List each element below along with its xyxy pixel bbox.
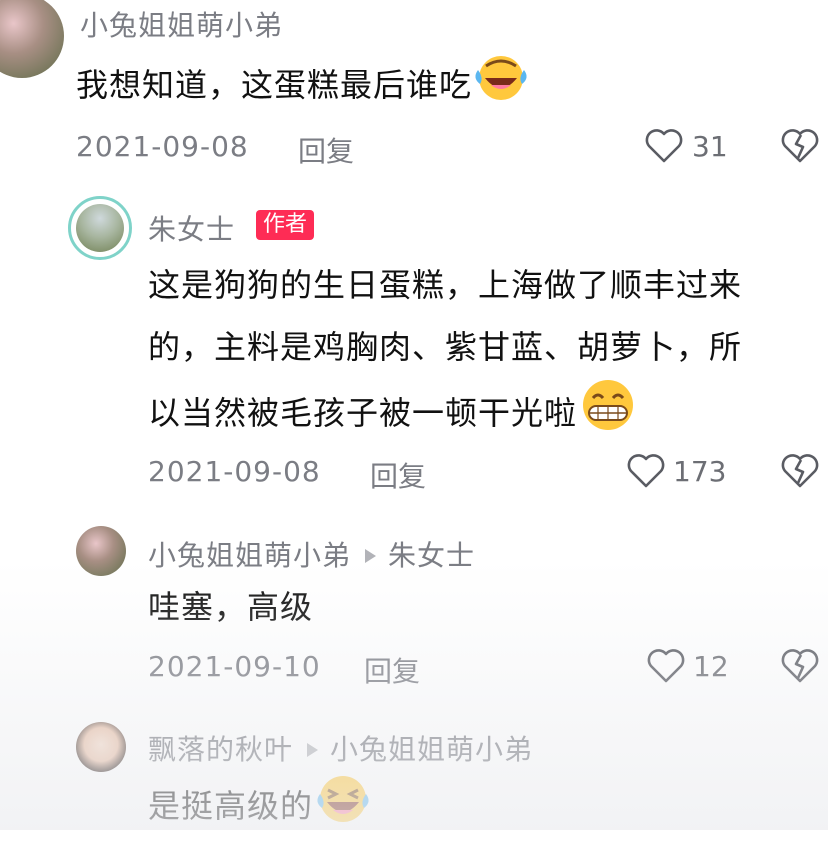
reply-to-username[interactable]: 小兔姐姐萌小弟: [330, 733, 533, 766]
comment-text: 我想知道，这蛋糕最后谁吃: [76, 52, 530, 122]
avatar[interactable]: [76, 526, 126, 576]
like-count: 173: [673, 455, 727, 488]
avatar[interactable]: [0, 0, 64, 78]
crying-laughing-emoji-icon: [472, 52, 530, 122]
reply-to-username[interactable]: 朱女士: [388, 539, 475, 572]
username-link[interactable]: 小兔姐姐萌小弟: [148, 539, 351, 572]
avatar[interactable]: [68, 196, 132, 260]
comment-text-content: 我想知道，这蛋糕最后谁吃: [76, 66, 473, 104]
comment-text-line: 的，主料是鸡胸肉、紫甘蓝、胡萝卜，所: [148, 328, 743, 366]
laughing-emoji-icon: [313, 772, 373, 844]
comment-username[interactable]: 小兔姐姐萌小弟: [80, 4, 283, 44]
like-heart-icon[interactable]: [626, 453, 666, 493]
grinning-emoji-icon: [577, 378, 639, 452]
like-count: 31: [692, 130, 728, 163]
reply-button[interactable]: 回复: [298, 130, 354, 170]
dislike-broken-heart-icon[interactable]: [780, 648, 820, 688]
reply-arrow-icon: [365, 548, 377, 563]
like-heart-icon[interactable]: [644, 128, 684, 168]
reply-arrow-icon: [307, 742, 319, 757]
username-link[interactable]: 飘落的秋叶: [148, 733, 293, 766]
comment-text: 是挺高级的: [148, 772, 373, 844]
comment-date: 2021-09-08: [148, 455, 321, 488]
comment-date: 2021-09-08: [76, 130, 249, 163]
comment-text-line: 以当然被毛孩子被一顿干光啦: [148, 394, 578, 432]
comment-text-line: 这是狗狗的生日蛋糕，上海做了顺丰过来: [148, 266, 743, 304]
comment-username[interactable]: 朱女士: [148, 208, 235, 248]
dislike-broken-heart-icon[interactable]: [780, 128, 820, 168]
bottom-fade-overlay: [0, 560, 828, 830]
reply-button[interactable]: 回复: [364, 650, 420, 690]
like-heart-icon[interactable]: [646, 648, 686, 688]
comment-text-content: 是挺高级的: [148, 787, 314, 825]
comment-text: 这是狗狗的生日蛋糕，上海做了顺丰过来 的，主料是鸡胸肉、紫甘蓝、胡萝卜，所 以当…: [148, 254, 828, 452]
comment-username: 小兔姐姐萌小弟 朱女士: [148, 534, 475, 574]
comment-date: 2021-09-10: [148, 650, 321, 683]
avatar[interactable]: [76, 722, 126, 772]
like-count: 12: [693, 650, 729, 683]
comment-username: 飘落的秋叶 小兔姐姐萌小弟: [148, 728, 533, 768]
dislike-broken-heart-icon[interactable]: [780, 453, 820, 493]
comment-text: 哇塞，高级: [148, 588, 314, 626]
author-badge: 作者: [256, 210, 315, 240]
reply-button[interactable]: 回复: [370, 455, 426, 495]
